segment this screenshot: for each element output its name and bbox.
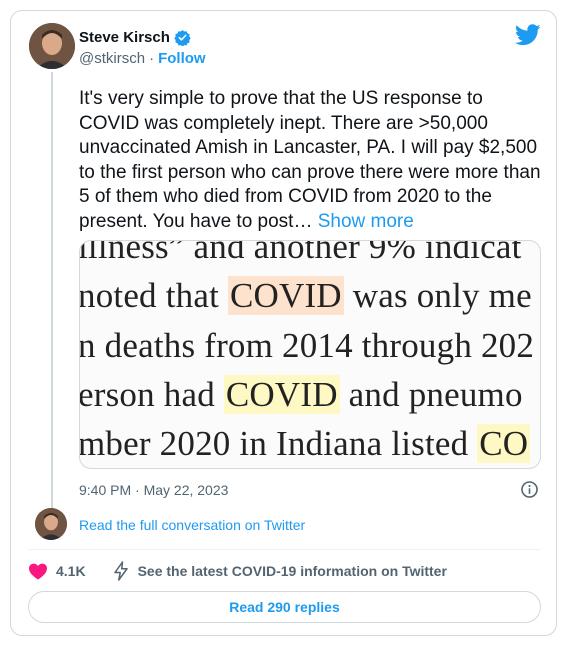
conversation-avatar[interactable] (35, 508, 67, 540)
covid-info-label: See the latest COVID-19 information on T… (137, 563, 447, 579)
heart-icon (29, 563, 47, 580)
image-text-line-5: mber 2020 in Indiana listed CO (79, 424, 531, 463)
twitter-bird-icon[interactable] (515, 24, 541, 46)
tweet-timestamp[interactable]: 9:40 PM · May 22, 2023 (79, 482, 228, 498)
read-replies-button[interactable]: Read 290 replies (28, 591, 541, 623)
author-avatar[interactable] (29, 23, 75, 69)
actions-divider (28, 549, 541, 550)
like-count: 4.1K (56, 563, 86, 579)
author-name[interactable]: Steve Kirsch (79, 29, 170, 46)
handle-separator: · (149, 50, 155, 67)
verified-badge-icon (174, 30, 191, 46)
lightning-icon (113, 561, 128, 581)
image-text-line-3: n deaths from 2014 through 202 (79, 326, 535, 365)
image-text-line-1: illness” and another 9% indicat (79, 240, 522, 266)
follow-button[interactable]: Follow (158, 50, 206, 67)
tweet-body: It's very simple to prove that the US re… (79, 88, 541, 232)
tweet-actions: 4.1K See the latest COVID-19 information… (28, 560, 447, 582)
image-text-line-2: noted that COVID was only me (79, 276, 532, 315)
thread-line (51, 72, 53, 508)
author-handle[interactable]: @stkirsch (79, 50, 145, 67)
image-text-line-4: erson had COVID and pneumo (79, 375, 523, 414)
covid-info-link[interactable]: See the latest COVID-19 information on T… (112, 561, 447, 581)
tweet-text: It's very simple to prove that the US re… (79, 87, 541, 234)
like-button[interactable]: 4.1K (28, 562, 86, 580)
read-conversation-link[interactable]: Read the full conversation on Twitter (79, 517, 305, 533)
info-icon[interactable] (520, 480, 539, 499)
tweet-image[interactable]: illness” and another 9% indicat noted th… (79, 240, 541, 469)
show-more-link[interactable]: Show more (318, 211, 414, 232)
